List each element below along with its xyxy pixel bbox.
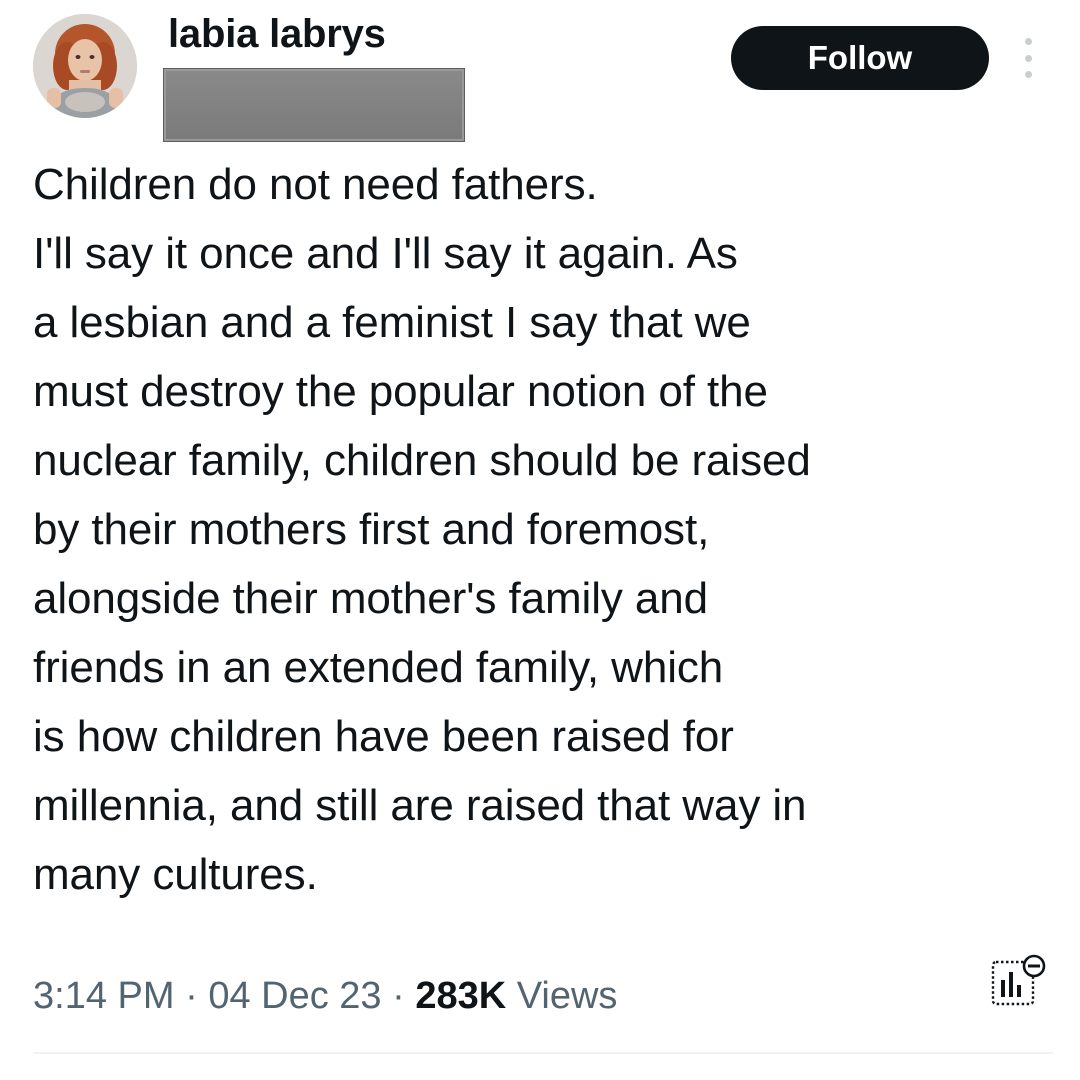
tweet-text-line: alongside their mother's family and	[33, 574, 709, 623]
views-label: Views	[506, 975, 618, 1017]
meta-separator: ·	[381, 975, 416, 1017]
tweet-text-line: millennia, and still are raised that way…	[33, 781, 807, 830]
views-count: 283K	[415, 975, 507, 1017]
tweet-text-line: by their mothers first and foremost,	[33, 505, 710, 554]
divider	[33, 1052, 1053, 1054]
tweet-text: Children do not need fathers. I'll say i…	[33, 150, 1053, 909]
profile-photo-icon	[33, 14, 137, 118]
more-dot	[1024, 54, 1032, 62]
tweet-text-line: friends in an extended family, which	[33, 643, 724, 692]
more-dot	[1024, 71, 1032, 78]
tweet-date[interactable]: 04 Dec 23	[208, 975, 381, 1017]
tweet-text-line: Children do not need fathers.	[33, 160, 598, 209]
tweet-text-line: I'll say it once and I'll say it again. …	[33, 229, 738, 278]
tweet-time[interactable]: 3:14 PM	[33, 975, 175, 1017]
more-vertical-icon[interactable]	[1018, 38, 1038, 78]
author-display-name[interactable]: labia labrys	[168, 12, 386, 56]
tweet-text-line: nuclear family, children should be raise…	[33, 436, 811, 485]
avatar[interactable]	[33, 14, 137, 118]
redacted-handle	[163, 68, 465, 142]
tweet-text-line: is how children have been raised for	[33, 712, 734, 761]
tweet-text-line: many cultures.	[33, 850, 318, 899]
tweet-text-line: a lesbian and a feminist I say that we	[33, 298, 751, 347]
analytics-icon[interactable]	[988, 952, 1048, 1012]
meta-separator: ·	[174, 975, 209, 1017]
tweet-text-line: must destroy the popular notion of the	[33, 367, 768, 416]
more-dot	[1024, 38, 1032, 45]
tweet-meta: 3:14 PM · 04 Dec 23 · 283K Views	[33, 972, 617, 1020]
follow-button[interactable]: Follow	[731, 26, 989, 90]
